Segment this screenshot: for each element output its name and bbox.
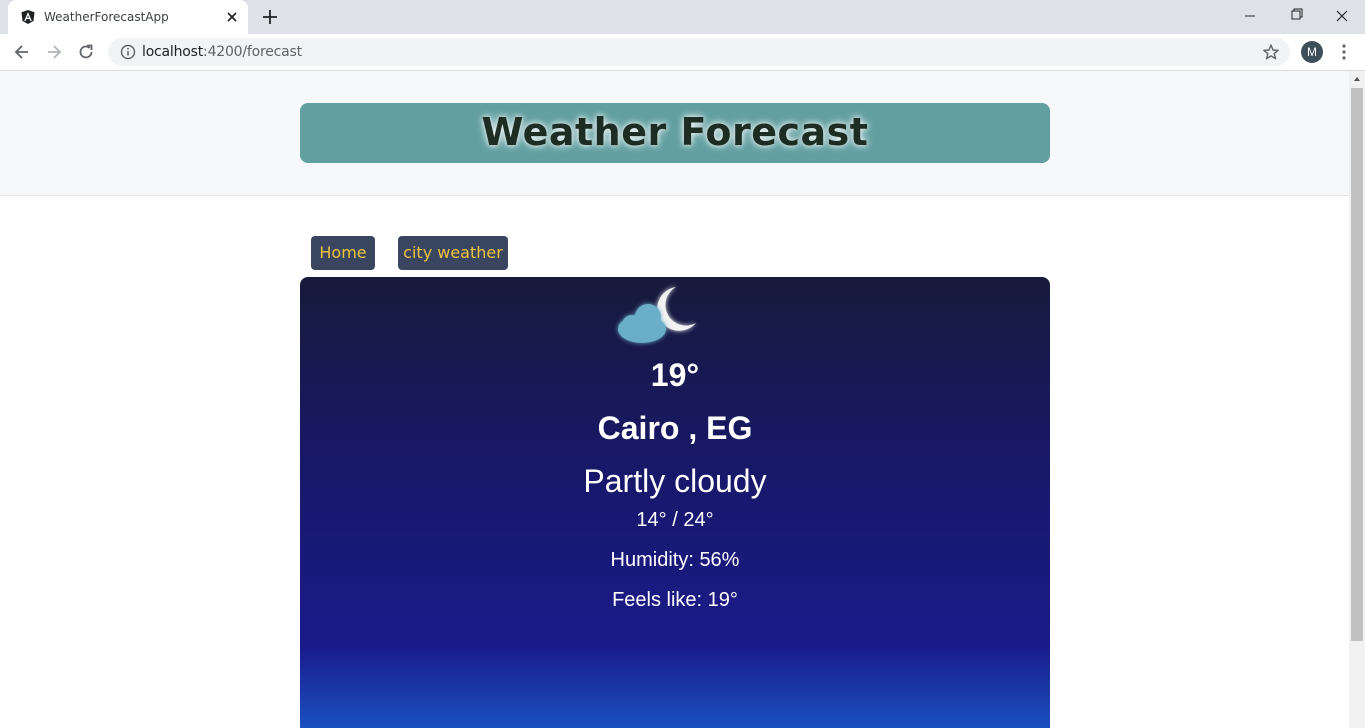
scroll-up-arrow-icon[interactable] [1353,75,1361,83]
address-bar[interactable]: localhost:4200/forecast [108,38,1290,66]
url-text: localhost:4200/forecast [142,44,302,60]
close-window-icon[interactable] [1319,0,1365,32]
reload-icon[interactable] [76,42,96,62]
tab-title: WeatherForecastApp [44,10,169,24]
title-banner: Weather Forecast [300,103,1050,163]
info-icon[interactable] [120,44,136,60]
feels-like: Feels like: 19° [612,589,738,611]
profile-avatar[interactable]: M [1301,41,1323,63]
scrollbar-thumb[interactable] [1351,88,1363,641]
menu-kebab-icon[interactable] [1336,42,1352,62]
temperature: 19° [650,357,700,393]
partly-cloudy-night-icon [618,287,696,343]
url-host: localhost [142,44,204,60]
temperature-range: 14° / 24° [636,509,714,531]
back-icon[interactable] [12,42,32,62]
bookmark-star-icon[interactable] [1262,43,1280,61]
nav-city-weather-button[interactable]: city weather [398,236,508,270]
nav-home-button[interactable]: Home [311,236,375,270]
angular-icon [21,10,35,24]
page-viewport: Weather Forecast Home city weather 19° C… [0,71,1349,728]
forward-icon[interactable] [44,42,64,62]
header-band: Weather Forecast [0,71,1349,196]
location: Cairo , EG [597,410,753,446]
weather-card: 19° Cairo , EG Partly cloudy 14° / 24° H… [300,277,1050,728]
page-scrollbar[interactable] [1349,71,1365,728]
page-title: Weather Forecast [481,110,869,154]
browser-tab[interactable]: WeatherForecastApp [8,0,248,34]
restore-icon[interactable] [1273,0,1319,32]
browser-toolbar: localhost:4200/forecast M [0,34,1365,71]
minimize-icon[interactable] [1227,0,1273,32]
humidity: Humidity: 56% [610,549,740,571]
browser-tab-bar: WeatherForecastApp [0,0,1365,34]
url-path: :4200/forecast [203,44,302,60]
close-tab-icon[interactable] [224,9,240,25]
condition: Partly cloudy [583,463,767,499]
new-tab-icon[interactable] [260,7,280,27]
